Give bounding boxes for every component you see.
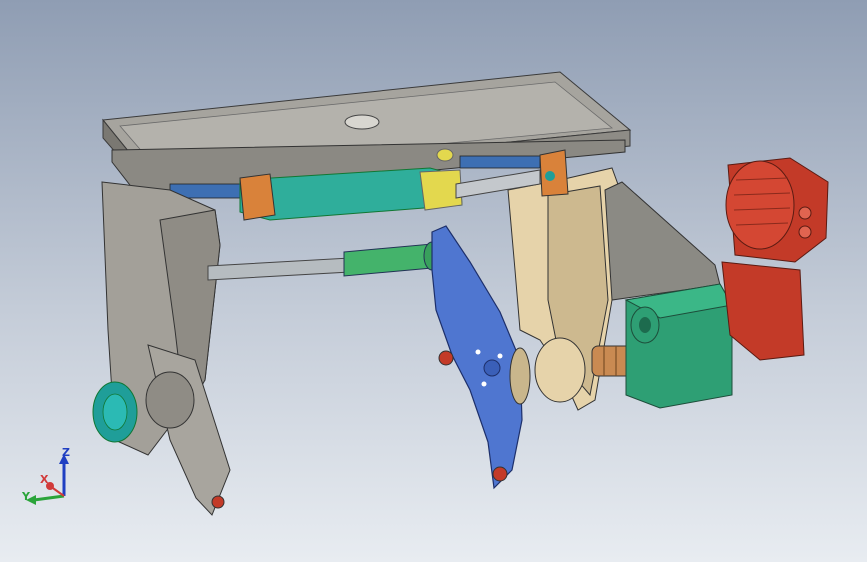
green-hydraulic-cylinder <box>343 243 433 277</box>
blue-swing-plate <box>431 225 523 490</box>
x-axis-label: X <box>40 473 49 486</box>
tie-rod-assembly <box>207 241 441 281</box>
view-orientation-triad[interactable]: Z Y X <box>21 446 70 505</box>
cad-model-view[interactable]: Z Y X <box>0 0 867 562</box>
bracket-left <box>239 173 276 221</box>
gusset-mounting-plate <box>604 181 721 301</box>
y-axis-label: Y <box>21 490 31 503</box>
green-gearbox[interactable] <box>624 283 733 409</box>
left-pivot-pin-red <box>211 495 225 509</box>
z-axis-label: Z <box>62 446 70 459</box>
cad-viewport[interactable]: Z Y X <box>0 0 867 562</box>
center-bore-hole <box>344 114 380 130</box>
plate-pin-lower-red <box>492 466 508 482</box>
left-frame-arm <box>101 181 231 516</box>
bracket-right <box>539 149 569 197</box>
red-electric-motor[interactable] <box>721 157 829 361</box>
y-axis-arrow <box>33 494 65 502</box>
plate-pin-upper-red <box>438 350 454 366</box>
